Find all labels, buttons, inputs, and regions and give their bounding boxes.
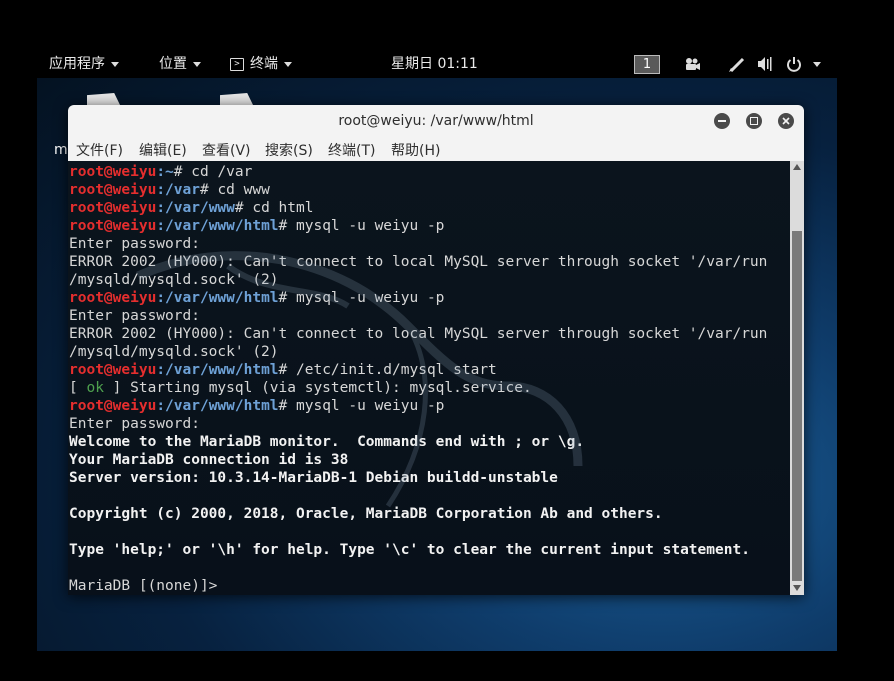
prompt-path: :~ <box>156 164 174 180</box>
menu-help[interactable]: 帮助(H) <box>391 140 440 160</box>
desktop-icon-label[interactable]: m <box>54 142 68 158</box>
top-panel: 应用程序 位置 > 终端 星期日 01:11 1 <box>37 51 837 78</box>
terminal-scrollbar[interactable] <box>790 161 804 595</box>
window-title: root@weiyu: /var/www/html <box>338 113 534 129</box>
volume-icon[interactable] <box>757 56 773 72</box>
pen-icon[interactable] <box>729 57 745 72</box>
system-menu-arrow[interactable] <box>807 51 821 78</box>
prompt-symbol: # <box>199 182 218 198</box>
scroll-up-icon[interactable] <box>793 164 801 170</box>
terminal-output[interactable]: root@weiyu:~# cd /var root@weiyu:/var# cd… <box>68 161 790 595</box>
terminal-app-menu[interactable]: > 终端 <box>230 51 292 78</box>
prompt-user: root@weiyu <box>69 164 157 180</box>
chevron-down-icon <box>193 61 201 67</box>
prompt-symbol: # <box>234 200 253 216</box>
terminal-window: root@weiyu: /var/www/html 文件(F) 编辑(E) 查看… <box>68 105 804 595</box>
terminal-line: root@weiyu:/var/www# cd html <box>69 199 790 217</box>
status-ok: ok <box>86 380 104 396</box>
menu-terminal[interactable]: 终端(T) <box>328 140 375 160</box>
scroll-down-icon[interactable] <box>793 585 801 591</box>
desktop-screen: 应用程序 位置 > 终端 星期日 01:11 1 m root@weiyu: /… <box>37 51 837 651</box>
chevron-down-icon <box>813 61 821 67</box>
applications-menu[interactable]: 应用程序 <box>49 51 119 78</box>
chevron-down-icon <box>284 61 292 67</box>
prompt-path: :/var <box>156 182 200 198</box>
close-icon[interactable] <box>778 113 794 129</box>
menu-view[interactable]: 查看(V) <box>202 140 251 160</box>
prompt-user: root@weiyu <box>69 182 157 198</box>
places-label: 位置 <box>159 56 187 72</box>
terminal-icon: > <box>230 57 244 71</box>
terminal-line: root@weiyu:~# cd /var <box>69 163 790 181</box>
menu-search[interactable]: 搜索(S) <box>265 140 313 160</box>
places-menu[interactable]: 位置 <box>159 51 201 78</box>
video-camera-icon[interactable] <box>684 57 700 71</box>
maximize-icon[interactable] <box>746 113 762 129</box>
status-bracket: [ <box>69 380 87 396</box>
command-text: cd html <box>252 200 314 216</box>
window-menubar: 文件(F) 编辑(E) 查看(V) 搜索(S) 终端(T) 帮助(H) <box>68 137 804 161</box>
applications-label: 应用程序 <box>49 56 105 72</box>
power-icon[interactable] <box>786 56 802 72</box>
menu-edit[interactable]: 编辑(E) <box>139 140 187 160</box>
kali-dragon-watermark <box>136 251 583 508</box>
terminal-app-label: 终端 <box>250 56 278 72</box>
clock[interactable]: 星期日 01:11 <box>391 51 478 78</box>
command-text: cd /var <box>191 164 253 180</box>
output-text: Type 'help;' or '\h' for help. Type '\c'… <box>69 542 750 558</box>
terminal-line: root@weiyu:/var# cd www <box>69 181 790 199</box>
prompt-symbol: # <box>173 164 192 180</box>
window-titlebar[interactable]: root@weiyu: /var/www/html <box>68 105 804 137</box>
menu-file[interactable]: 文件(F) <box>76 140 123 160</box>
chevron-down-icon <box>111 61 119 67</box>
terminal-line: MariaDB [(none)]> <box>69 577 790 595</box>
prompt-user: root@weiyu <box>69 200 157 216</box>
minimize-icon[interactable] <box>714 113 730 129</box>
terminal-line: Type 'help;' or '\h' for help. Type '\c'… <box>69 541 790 559</box>
output-text: MariaDB [(none)]> <box>69 578 227 594</box>
workspace-indicator[interactable]: 1 <box>634 55 660 74</box>
scrollbar-thumb[interactable] <box>792 231 802 581</box>
prompt-path: :/var/www <box>156 200 235 216</box>
command-text: cd www <box>217 182 270 198</box>
